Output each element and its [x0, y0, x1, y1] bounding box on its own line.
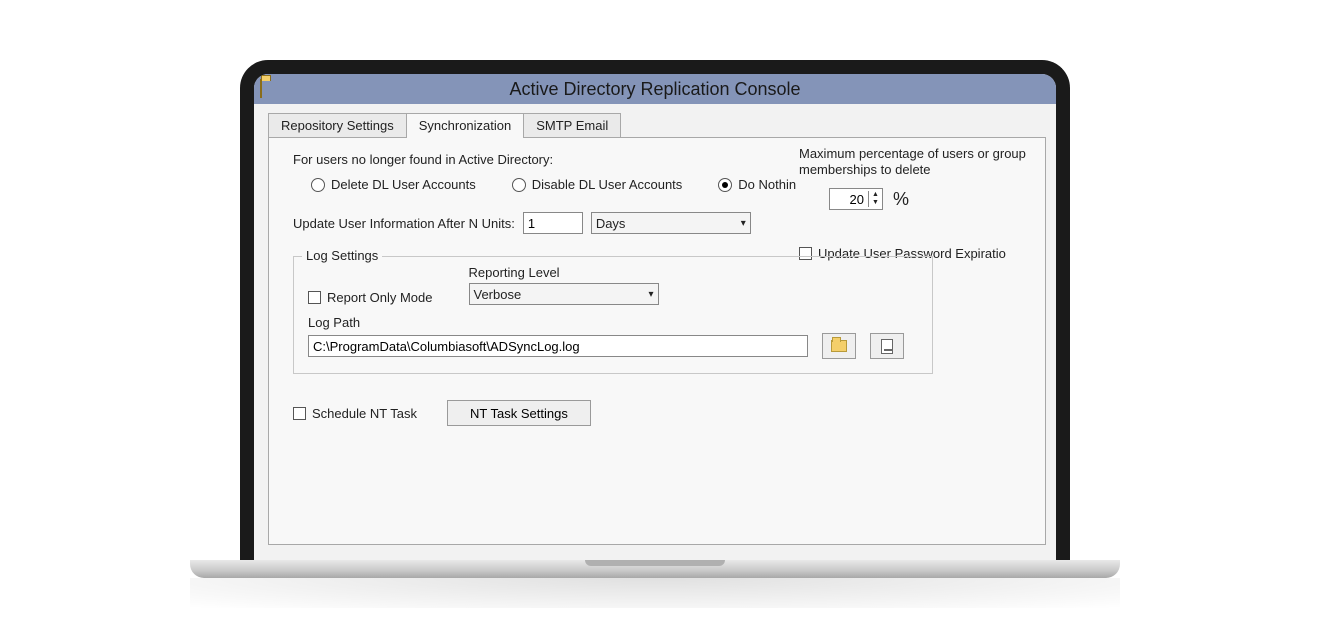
radio-icon — [311, 178, 325, 192]
radio-delete-accounts[interactable]: Delete DL User Accounts — [311, 177, 476, 192]
radio-label: Delete DL User Accounts — [331, 177, 476, 192]
synchronization-panel: For users no longer found in Active Dire… — [268, 137, 1046, 545]
select-value: Days — [596, 216, 626, 231]
chevron-down-icon: ▾ — [648, 289, 653, 300]
laptop-base — [190, 560, 1120, 578]
percent-suffix: % — [893, 189, 909, 210]
bottom-button-bar: Help Synchronize Now — [254, 551, 1056, 560]
spinner-down-icon[interactable]: ▼ — [869, 199, 882, 207]
log-settings-fieldset: Log Settings Report Only Mode Reporting … — [293, 256, 933, 374]
radio-icon — [512, 178, 526, 192]
window-title: Active Directory Replication Console — [254, 79, 1056, 100]
tab-smtp-email[interactable]: SMTP Email — [523, 113, 621, 138]
report-only-checkbox[interactable]: Report Only Mode — [308, 290, 433, 305]
right-column: Maximum percentage of users or group mem… — [799, 146, 1056, 261]
log-path-input[interactable] — [308, 335, 808, 357]
radio-do-nothing[interactable]: Do Nothin — [718, 177, 796, 192]
log-path-label: Log Path — [308, 315, 920, 330]
checkbox-label: Report Only Mode — [327, 290, 433, 305]
reporting-level-label: Reporting Level — [469, 265, 659, 280]
max-pct-label: Maximum percentage of users or group mem… — [799, 146, 1056, 178]
reporting-level-select[interactable]: Verbose ▾ — [469, 283, 659, 305]
view-log-button[interactable] — [870, 333, 904, 359]
page-icon — [881, 339, 893, 354]
log-settings-legend: Log Settings — [302, 248, 382, 263]
tab-strip: Repository Settings Synchronization SMTP… — [254, 104, 1056, 137]
nt-task-settings-button[interactable]: NT Task Settings — [447, 400, 591, 426]
app-body: Repository Settings Synchronization SMTP… — [254, 104, 1056, 560]
laptop-shadow — [190, 578, 1120, 608]
select-value: Verbose — [474, 287, 522, 302]
browse-log-path-button[interactable] — [822, 333, 856, 359]
update-after-value[interactable] — [523, 212, 583, 234]
tab-repository-settings[interactable]: Repository Settings — [268, 113, 407, 138]
radio-disable-accounts[interactable]: Disable DL User Accounts — [512, 177, 683, 192]
checkbox-icon — [308, 291, 321, 304]
laptop-frame: Active Directory Replication Console Rep… — [240, 60, 1070, 560]
update-after-unit-select[interactable]: Days ▾ — [591, 212, 751, 234]
radio-label: Do Nothin — [738, 177, 796, 192]
window-titlebar: Active Directory Replication Console — [254, 74, 1056, 104]
checkbox-label: Schedule NT Task — [312, 406, 417, 421]
radio-label: Disable DL User Accounts — [532, 177, 683, 192]
update-after-label: Update User Information After N Units: — [293, 216, 515, 231]
chevron-down-icon: ▾ — [741, 218, 746, 229]
spinner-up-icon[interactable]: ▲ — [869, 191, 882, 199]
max-pct-spinner[interactable]: ▲ ▼ — [829, 188, 883, 210]
max-pct-value[interactable] — [830, 192, 868, 207]
checkbox-icon — [293, 407, 306, 420]
folder-icon — [831, 340, 847, 352]
schedule-nt-task-checkbox[interactable]: Schedule NT Task — [293, 406, 417, 421]
tab-synchronization[interactable]: Synchronization — [406, 113, 525, 138]
radio-icon — [718, 178, 732, 192]
